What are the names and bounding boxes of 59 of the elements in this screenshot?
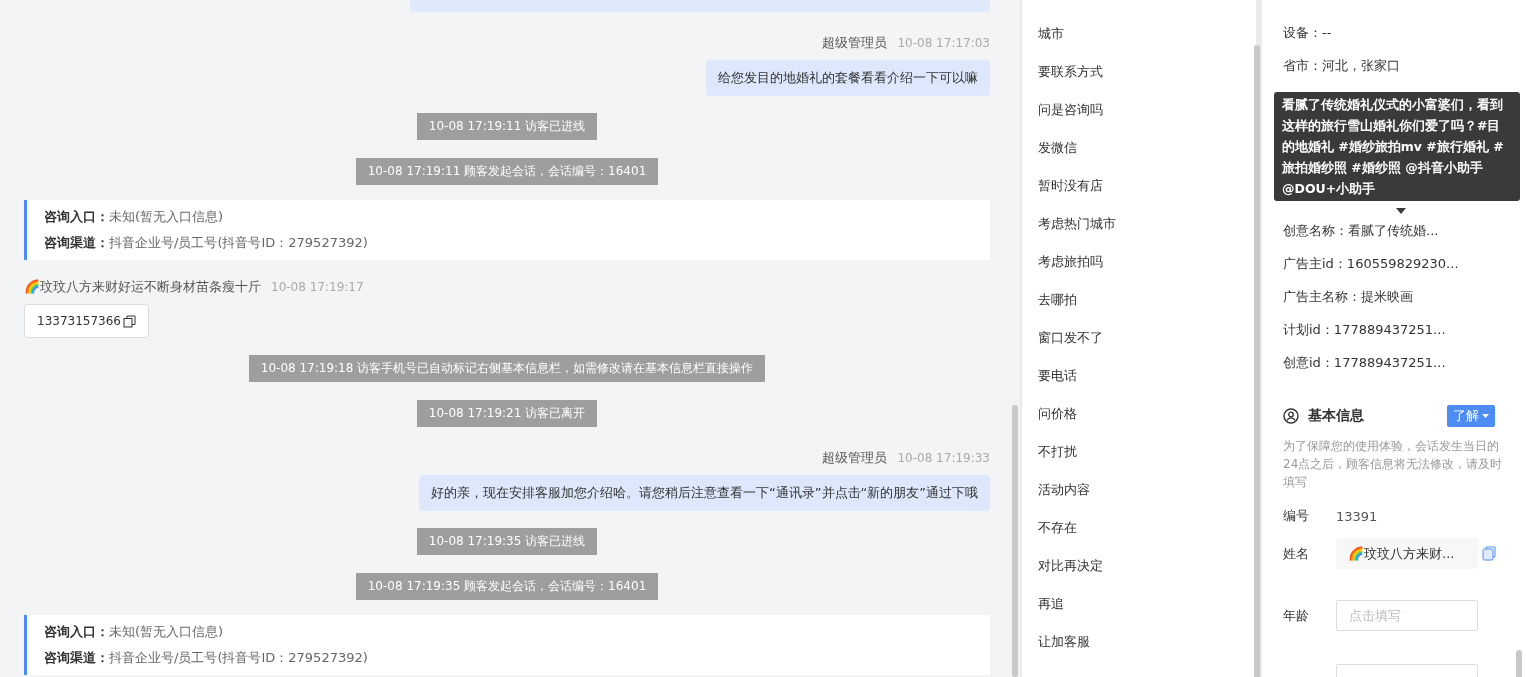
quick-reply-item[interactable]: 去哪拍 xyxy=(1022,281,1256,319)
quick-reply-item[interactable]: 考虑热门城市 xyxy=(1022,205,1256,243)
info-text: 咨询渠道：抖音企业号/员工号(抖音号ID：279527392) xyxy=(44,649,369,667)
field-label: 年龄 xyxy=(1283,606,1310,625)
scrollbar[interactable] xyxy=(1254,45,1260,677)
info-text: 广告主名称：提米映画 xyxy=(1283,287,1414,306)
info-text: 咨询入口：未知(暂无入口信息) xyxy=(44,208,225,226)
info-text: 设备：-- xyxy=(1283,23,1333,42)
message-time: 10-08 17:17:03 xyxy=(897,36,990,50)
system-notice: 10-08 17:19:18 访客手机号已自动标记右侧基本信息栏，如需修改请在基本信息栏直接操作 xyxy=(248,355,766,382)
quick-reply-item[interactable]: 暂时没有店 xyxy=(1022,167,1256,205)
info-text: 咨询入口：未知(暂无入口信息) xyxy=(44,623,225,641)
user-icon xyxy=(1283,408,1299,424)
info-text: 创意id：177889437251... xyxy=(1283,353,1447,372)
message-time: 10-08 17:19:33 xyxy=(897,451,990,465)
system-notice: 10-08 17:19:11 访客已进线 xyxy=(416,113,598,140)
quick-reply-item[interactable]: 不打扰 xyxy=(1022,433,1256,471)
caret-icon xyxy=(1482,414,1489,418)
quick-reply-item[interactable]: 要电话 xyxy=(1022,357,1256,395)
quick-reply-item[interactable]: 城市 xyxy=(1022,15,1256,53)
field-value: 13391 xyxy=(1336,508,1378,524)
notice-text: 为了保障您的使用体验，会话发生当日的24点之后，顾客信息将无法修改，请及时填写 xyxy=(1283,438,1504,491)
scrollbar[interactable] xyxy=(1516,650,1522,677)
tooltip-arrow-icon xyxy=(1396,208,1406,214)
system-notice: 10-08 17:19:21 访客已离开 xyxy=(416,400,598,427)
quick-reply-item[interactable]: 问是咨询吗 xyxy=(1022,91,1256,129)
info-text: 计划id：177889437251... xyxy=(1283,320,1447,339)
message-bubble: 好的亲，现在安排客服加您介绍哈。请您稍后注意查看一下“通讯录”并点击“新的朋友”通过下哦 xyxy=(419,475,990,511)
quick-reply-item[interactable]: 对比再决定 xyxy=(1022,547,1256,585)
copy-icon[interactable] xyxy=(123,314,136,328)
quick-reply-item[interactable]: 窗口发不了 xyxy=(1022,319,1256,357)
quick-reply-item[interactable]: 问价格 xyxy=(1022,395,1256,433)
quick-reply-item[interactable]: 让加客服 xyxy=(1022,623,1256,661)
quick-reply-item[interactable]: 要联系方式 xyxy=(1022,53,1256,91)
scrollbar[interactable] xyxy=(1012,405,1018,677)
message-bubble: 给您发目的地婚礼的套餐看看介绍一下可以嘛 xyxy=(706,60,990,96)
quick-reply-item[interactable]: 活动内容 xyxy=(1022,471,1256,509)
system-notice: 10-08 17:19:11 顾客发起会话，会话编号：16401 xyxy=(355,158,659,185)
quick-reply-item[interactable]: 再追 xyxy=(1022,585,1256,623)
info-text: 广告主id：160559829230... xyxy=(1283,254,1460,273)
sender-name: 超级管理员 xyxy=(822,449,888,467)
sender-name: 🌈玟玟八方来财好运不断身材苗条瘦十斤 xyxy=(24,278,261,296)
input-field[interactable]: 点击填写 xyxy=(1336,600,1478,631)
phone-number: 13373157366 xyxy=(37,314,121,328)
info-text: 省市：河北，张家口 xyxy=(1283,56,1401,75)
info-text: 创意名称：看腻了传统婚... xyxy=(1283,221,1440,240)
name-field: 🌈玟玟八方来财... xyxy=(1336,538,1478,569)
system-notice: 10-08 17:19:35 顾客发起会话，会话编号：16401 xyxy=(355,573,659,600)
field-label: 编号 xyxy=(1283,507,1310,525)
quick-reply-item[interactable]: 不存在 xyxy=(1022,509,1256,547)
info-text: 咨询渠道：抖音企业号/员工号(抖音号ID：279527392) xyxy=(44,234,369,252)
tooltip: 看腻了传统婚礼仪式的小富婆们，看到这样的旅行雪山婚礼你们爱了吗？#目的地婚礼 #婚纱旅拍mv #旅行婚礼 #旅拍婚纱照 #婚纱照 @抖音小助手 @DOU+小助手 xyxy=(1274,92,1520,201)
quick-reply-item[interactable]: 发微信 xyxy=(1022,129,1256,167)
quick-reply-item[interactable]: 考虑旅拍吗 xyxy=(1022,243,1256,281)
sender-name: 超级管理员 xyxy=(822,34,888,52)
system-notice: 10-08 17:19:35 访客已进线 xyxy=(416,528,598,555)
message-time: 10-08 17:19:17 xyxy=(271,280,364,294)
field-label: 姓名 xyxy=(1283,544,1310,563)
section-title: 基本信息 xyxy=(1308,407,1364,425)
